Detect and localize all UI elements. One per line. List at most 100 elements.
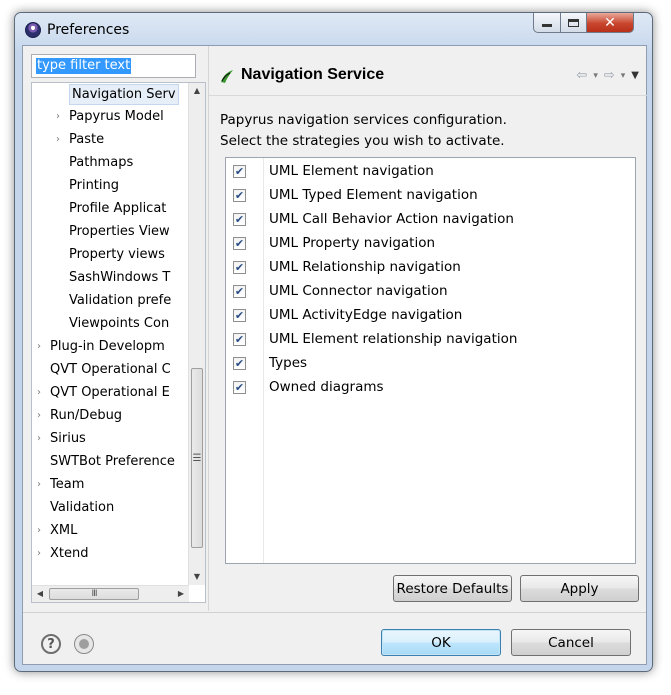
strategy-list: ✔ UML Element navigation ✔ UML Typed Elemen… (225, 157, 636, 564)
tree-item-label: Validation (50, 500, 115, 515)
strategy-checkbox[interactable]: ✔ (233, 165, 246, 178)
minimize-icon (542, 24, 552, 27)
window-title: Preferences (47, 22, 130, 38)
description-line-2: Select the strategies you wish to activa… (220, 133, 505, 149)
view-menu-icon[interactable]: ▼ (631, 70, 639, 81)
page-navigation: ⇦ ▾ ⇨ ▾ ▼ (576, 68, 639, 83)
expand-arrow-icon[interactable]: › (34, 428, 44, 450)
back-dropdown-icon[interactable]: ▾ (593, 71, 598, 81)
strategy-row[interactable]: ✔ UML Element navigation (226, 160, 635, 184)
expand-arrow-icon[interactable]: › (34, 405, 44, 427)
tree-horizontal-scrollbar[interactable]: ◀ III ▶ (32, 585, 189, 602)
expand-arrow-icon[interactable]: › (53, 106, 63, 128)
scroll-up-arrow-icon[interactable]: ▲ (189, 83, 205, 99)
strategy-label: UML Typed Element navigation (269, 187, 478, 203)
strategy-label: Owned diagrams (269, 379, 384, 395)
tree-item-label: Paste (69, 132, 105, 147)
tree-item-label: Properties View (69, 224, 170, 239)
tree-item-label: QVT Operational C (50, 362, 171, 377)
restore-defaults-button[interactable]: Restore Defaults (393, 575, 512, 602)
tree-item-label: Viewpoints Con (69, 316, 170, 331)
checkmark-icon: ✔ (234, 332, 245, 346)
tree-item-label: SashWindows T (69, 270, 171, 285)
strategy-label: UML Relationship navigation (269, 259, 461, 275)
close-button[interactable]: ✕ (586, 13, 634, 33)
strategy-checkbox[interactable]: ✔ (233, 285, 246, 298)
vertical-scroll-thumb[interactable]: ☰ (191, 368, 203, 548)
checkmark-icon: ✔ (234, 356, 245, 370)
checkmark-icon: ✔ (234, 308, 245, 322)
horizontal-scroll-thumb[interactable]: III (49, 588, 139, 600)
strategy-checkbox[interactable]: ✔ (233, 309, 246, 322)
strategy-row[interactable]: ✔ UML Element relationship navigation (226, 328, 635, 352)
title-bar[interactable]: Preferences ✕ (15, 13, 652, 45)
tree-item-label: Navigation Serv (69, 84, 179, 105)
tree-item-label: Plug-in Developm (50, 339, 165, 354)
strategy-label: UML ActivityEdge navigation (269, 307, 463, 323)
strategy-checkbox[interactable]: ✔ (233, 381, 246, 394)
forward-dropdown-icon[interactable]: ▾ (621, 71, 626, 81)
pane-sash[interactable] (208, 46, 209, 611)
page-title: Navigation Service (241, 66, 385, 83)
preferences-window: Preferences ✕ type filter text Navigatio… (14, 12, 653, 672)
expand-arrow-icon[interactable]: › (34, 336, 44, 358)
expand-arrow-icon[interactable]: › (34, 520, 44, 542)
maximize-button[interactable] (560, 13, 587, 33)
expand-arrow-icon[interactable]: › (34, 543, 44, 565)
record-icon[interactable] (74, 634, 94, 654)
header-separator (209, 95, 647, 96)
back-arrow-icon[interactable]: ⇦ (576, 68, 587, 83)
cancel-button[interactable]: Cancel (511, 629, 631, 656)
tree-item-label: Property views (69, 247, 165, 262)
strategy-row[interactable]: ✔ UML Relationship navigation (226, 256, 635, 280)
record-dot (79, 639, 89, 649)
dialog-client-area: type filter text Navigation Serv › Papyrus… (22, 45, 647, 665)
tree-item-label: Profile Applicat (69, 201, 167, 216)
strategy-label: UML Property navigation (269, 235, 436, 251)
scroll-down-arrow-icon[interactable]: ▼ (189, 569, 205, 585)
strategy-row[interactable]: ✔ UML ActivityEdge navigation (226, 304, 635, 328)
eclipse-icon (25, 22, 41, 38)
help-icon[interactable]: ? (41, 634, 61, 654)
apply-button[interactable]: Apply (520, 575, 639, 602)
minimize-button[interactable] (533, 13, 561, 33)
strategy-checkbox[interactable]: ✔ (233, 333, 246, 346)
expand-arrow-icon[interactable]: › (34, 382, 44, 404)
strategy-checkbox[interactable]: ✔ (233, 189, 246, 202)
scroll-left-arrow-icon[interactable]: ◀ (32, 586, 48, 602)
tree-vertical-scrollbar[interactable]: ▲ ☰ ▼ (188, 83, 205, 585)
page-header: Navigation Service ⇦ ▾ ⇨ ▾ ▼ (219, 64, 639, 90)
strategy-row[interactable]: ✔ UML Call Behavior Action navigation (226, 208, 635, 232)
strategy-checkbox[interactable]: ✔ (233, 357, 246, 370)
ok-button[interactable]: OK (381, 629, 501, 656)
strategy-row[interactable]: ✔ UML Typed Element navigation (226, 184, 635, 208)
forward-arrow-icon[interactable]: ⇨ (604, 68, 615, 83)
strategy-checkbox[interactable]: ✔ (233, 213, 246, 226)
expand-arrow-icon[interactable]: › (34, 474, 44, 496)
maximize-icon (568, 18, 579, 27)
tree-item-label: XML (50, 523, 78, 538)
strategy-checkbox[interactable]: ✔ (233, 261, 246, 274)
strategy-row[interactable]: ✔ UML Property navigation (226, 232, 635, 256)
description-line-1: Papyrus navigation services configuratio… (220, 112, 507, 128)
grip-icon: III (91, 589, 98, 599)
page-description: Papyrus navigation services configuratio… (220, 110, 507, 152)
papyrus-icon (221, 70, 233, 83)
filter-input[interactable]: type filter text (31, 54, 196, 78)
scroll-right-arrow-icon[interactable]: ▶ (173, 586, 189, 602)
strategy-checkbox[interactable]: ✔ (233, 237, 246, 250)
strategy-label: Types (269, 355, 308, 371)
filter-input-text: type filter text (36, 58, 132, 74)
strategy-row[interactable]: ✔ Types (226, 352, 635, 376)
strategy-label: UML Connector navigation (269, 283, 448, 299)
expand-arrow-icon[interactable]: › (53, 129, 63, 151)
strategy-row[interactable]: ✔ UML Connector navigation (226, 280, 635, 304)
tree-item-label: Papyrus Model (69, 109, 164, 124)
tree-item-label: Sirius (50, 431, 86, 446)
footer-separator (23, 612, 646, 613)
strategy-row[interactable]: ✔ Owned diagrams (226, 376, 635, 400)
checkmark-icon: ✔ (234, 380, 245, 394)
checkmark-icon: ✔ (234, 260, 245, 274)
preference-tree[interactable]: Navigation Serv › Papyrus Model › Paste Pathm… (31, 82, 206, 603)
tree-item-label: QVT Operational E (50, 385, 170, 400)
